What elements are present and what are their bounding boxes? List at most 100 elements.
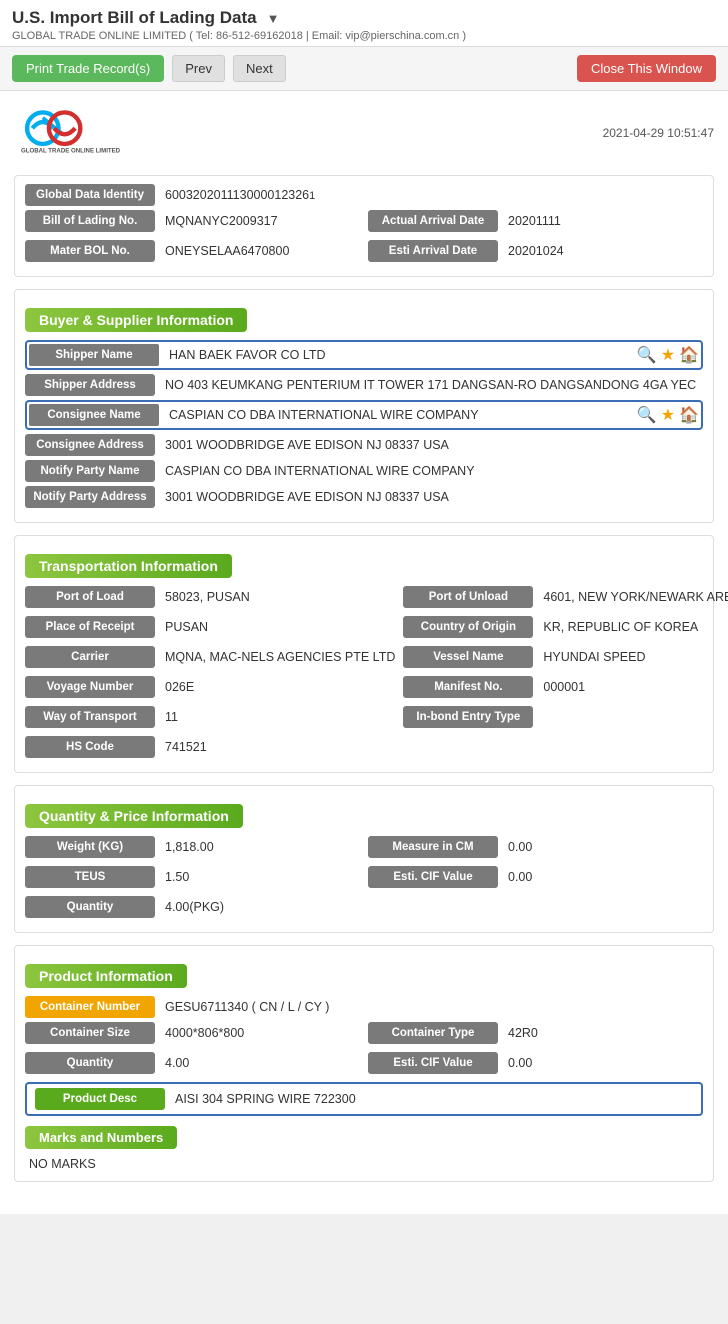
quantity-price-section: Quantity & Price Information Weight (KG)… xyxy=(14,785,714,933)
port-of-load-label: Port of Load xyxy=(25,586,155,608)
inbond-entry-label: In-bond Entry Type xyxy=(403,706,533,728)
esti-cif-label: Esti. CIF Value xyxy=(368,866,498,888)
close-button[interactable]: Close This Window xyxy=(577,55,716,82)
country-of-origin-label: Country of Origin xyxy=(403,616,533,638)
carrier-label: Carrier xyxy=(25,646,155,668)
transportation-section: Transportation Information Port of Load … xyxy=(14,535,714,773)
inbond-entry-row: In-bond Entry Type xyxy=(403,706,728,728)
consignee-home-icon[interactable]: 🏠 xyxy=(679,405,699,425)
transportation-header: Transportation Information xyxy=(25,554,232,578)
marks-header: Marks and Numbers xyxy=(25,1126,177,1149)
consignee-name-row: Consignee Name CASPIAN CO DBA INTERNATIO… xyxy=(25,400,703,430)
next-button[interactable]: Next xyxy=(233,55,286,82)
place-of-receipt-label: Place of Receipt xyxy=(25,616,155,638)
global-data-identity-label: Global Data Identity xyxy=(25,184,155,206)
bill-of-lading-row: Bill of Lading No. MQNANYC2009317 xyxy=(25,210,360,232)
shipper-address-row: Shipper Address NO 403 KEUMKANG PENTERIU… xyxy=(25,374,703,396)
consignee-icons: 🔍 ★ 🏠 xyxy=(637,405,699,425)
teus-row: TEUS 1.50 xyxy=(25,866,360,888)
port-of-load-value: 58023, PUSAN xyxy=(155,590,395,604)
shipper-icons: 🔍 ★ 🏠 xyxy=(637,345,699,365)
consignee-name-value: CASPIAN CO DBA INTERNATIONAL WIRE COMPAN… xyxy=(159,408,629,422)
manifest-no-row: Manifest No. 000001 xyxy=(403,676,728,698)
weight-label: Weight (KG) xyxy=(25,836,155,858)
notify-party-name-value: CASPIAN CO DBA INTERNATIONAL WIRE COMPAN… xyxy=(155,464,703,478)
header-subtitle: GLOBAL TRADE ONLINE LIMITED ( Tel: 86-51… xyxy=(12,30,716,42)
port-of-unload-value: 4601, NEW YORK/NEWARK AREA, NEW xyxy=(533,590,728,604)
page-title: U.S. Import Bill of Lading Data ▼ xyxy=(12,8,716,28)
country-of-origin-value: KR, REPUBLIC OF KOREA xyxy=(533,620,728,634)
way-of-transport-value: 11 xyxy=(155,710,395,724)
port-of-load-row: Port of Load 58023, PUSAN xyxy=(25,586,395,608)
port-of-unload-row: Port of Unload 4601, NEW YORK/NEWARK ARE… xyxy=(403,586,728,608)
star-icon[interactable]: ★ xyxy=(661,345,675,365)
measure-label: Measure in CM xyxy=(368,836,498,858)
manifest-no-value: 000001 xyxy=(533,680,728,694)
print-button[interactable]: Print Trade Record(s) xyxy=(12,55,164,82)
product-quantity-value: 4.00 xyxy=(155,1056,360,1070)
teus-label: TEUS xyxy=(25,866,155,888)
quantity-value: 4.00(PKG) xyxy=(155,900,703,914)
consignee-address-row: Consignee Address 3001 WOODBRIDGE AVE ED… xyxy=(25,434,703,456)
container-type-value: 42R0 xyxy=(498,1026,703,1040)
quantity-price-header: Quantity & Price Information xyxy=(25,804,243,828)
consignee-search-icon[interactable]: 🔍 xyxy=(637,405,657,425)
container-size-label: Container Size xyxy=(25,1022,155,1044)
way-of-transport-label: Way of Transport xyxy=(25,706,155,728)
actual-arrival-date-label: Actual Arrival Date xyxy=(368,210,498,232)
container-number-row: Container Number GESU6711340 ( CN / L / … xyxy=(25,996,703,1018)
product-esti-cif-label: Esti. CIF Value xyxy=(368,1052,498,1074)
teus-value: 1.50 xyxy=(155,870,360,884)
container-type-row: Container Type 42R0 xyxy=(368,1022,703,1044)
voyage-number-row: Voyage Number 026E xyxy=(25,676,395,698)
master-bol-row: Mater BOL No. ONEYSELAA6470800 xyxy=(25,240,360,262)
logo-box: GLOBAL TRADE ONLINE LIMITED xyxy=(14,109,124,157)
master-bol-value: ONEYSELAA6470800 xyxy=(155,244,360,258)
place-of-receipt-value: PUSAN xyxy=(155,620,395,634)
container-size-value: 4000*806*800 xyxy=(155,1026,360,1040)
container-number-value: GESU6711340 ( CN / L / CY ) xyxy=(155,1000,703,1014)
product-desc-label: Product Desc xyxy=(35,1088,165,1110)
actual-arrival-date-row: Actual Arrival Date 20201111 xyxy=(368,210,703,232)
vessel-name-label: Vessel Name xyxy=(403,646,533,668)
consignee-star-icon[interactable]: ★ xyxy=(661,405,675,425)
global-data-identity-value: 6003202011130000123261 xyxy=(155,188,703,202)
shipper-name-label: Shipper Name xyxy=(29,344,159,366)
measure-row: Measure in CM 0.00 xyxy=(368,836,703,858)
esti-cif-row: Esti. CIF Value 0.00 xyxy=(368,866,703,888)
timestamp: 2021-04-29 10:51:47 xyxy=(603,126,714,140)
actual-arrival-date-value: 20201111 xyxy=(498,214,703,228)
shipper-name-value: HAN BAEK FAVOR CO LTD xyxy=(159,348,629,362)
product-quantity-row: Quantity 4.00 xyxy=(25,1052,360,1074)
svg-text:GLOBAL TRADE ONLINE LIMITED: GLOBAL TRADE ONLINE LIMITED xyxy=(21,148,121,155)
container-size-row: Container Size 4000*806*800 xyxy=(25,1022,360,1044)
product-esti-cif-value: 0.00 xyxy=(498,1056,703,1070)
search-icon[interactable]: 🔍 xyxy=(637,345,657,365)
weight-row: Weight (KG) 1,818.00 xyxy=(25,836,360,858)
quantity-row: Quantity 4.00(PKG) xyxy=(25,896,703,918)
product-header: Product Information xyxy=(25,964,187,988)
prev-button[interactable]: Prev xyxy=(172,55,225,82)
top-info-section: Global Data Identity 6003202011130000123… xyxy=(14,175,714,277)
shipper-name-row: Shipper Name HAN BAEK FAVOR CO LTD 🔍 ★ 🏠 xyxy=(25,340,703,370)
hs-code-label: HS Code xyxy=(25,736,155,758)
notify-party-name-label: Notify Party Name xyxy=(25,460,155,482)
country-of-origin-row: Country of Origin KR, REPUBLIC OF KOREA xyxy=(403,616,728,638)
hs-code-value: 741521 xyxy=(155,740,703,754)
company-logo: GLOBAL TRADE ONLINE LIMITED xyxy=(14,109,124,157)
esti-arrival-row: Esti Arrival Date 20201024 xyxy=(368,240,703,262)
notify-party-address-row: Notify Party Address 3001 WOODBRIDGE AVE… xyxy=(25,486,703,508)
measure-value: 0.00 xyxy=(498,840,703,854)
dropdown-icon[interactable]: ▼ xyxy=(267,11,280,26)
esti-arrival-value: 20201024 xyxy=(498,244,703,258)
notify-party-name-row: Notify Party Name CASPIAN CO DBA INTERNA… xyxy=(25,460,703,482)
quantity-label: Quantity xyxy=(25,896,155,918)
consignee-address-label: Consignee Address xyxy=(25,434,155,456)
vessel-name-value: HYUNDAI SPEED xyxy=(533,650,728,664)
home-icon[interactable]: 🏠 xyxy=(679,345,699,365)
toolbar: Print Trade Record(s) Prev Next Close Th… xyxy=(0,47,728,91)
bill-of-lading-label: Bill of Lading No. xyxy=(25,210,155,232)
logo-row: GLOBAL TRADE ONLINE LIMITED 2021-04-29 1… xyxy=(14,101,714,165)
voyage-number-value: 026E xyxy=(155,680,395,694)
consignee-address-value: 3001 WOODBRIDGE AVE EDISON NJ 08337 USA xyxy=(155,438,703,452)
